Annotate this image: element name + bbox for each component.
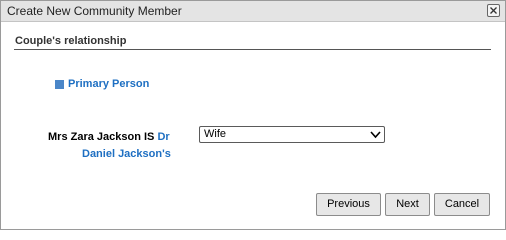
cancel-button[interactable]: Cancel (434, 193, 490, 216)
next-button[interactable]: Next (385, 193, 430, 216)
close-icon (490, 7, 497, 14)
close-button[interactable] (487, 4, 500, 17)
relationship-selected-value: Wife (204, 128, 226, 140)
relationship-label: Mrs Zara Jackson IS Dr Daniel Jackson's (48, 129, 173, 163)
section-divider (14, 49, 491, 50)
chevron-down-icon (370, 131, 381, 139)
person-name: Mrs Zara Jackson IS (48, 131, 155, 143)
primary-person-label: Primary Person (68, 78, 150, 90)
dialog-title: Create New Community Member (7, 4, 182, 18)
dialog-titlebar: Create New Community Member (1, 1, 505, 22)
previous-button[interactable]: Previous (316, 193, 381, 216)
create-member-dialog: Create New Community Member Couple's rel… (0, 0, 506, 230)
square-icon (55, 80, 64, 89)
relationship-select[interactable]: Wife (199, 126, 385, 143)
partner-name-part1[interactable]: Dr (157, 131, 169, 143)
section-title: Couple's relationship (15, 35, 127, 47)
partner-name-part2[interactable]: Daniel Jackson's (48, 146, 173, 163)
